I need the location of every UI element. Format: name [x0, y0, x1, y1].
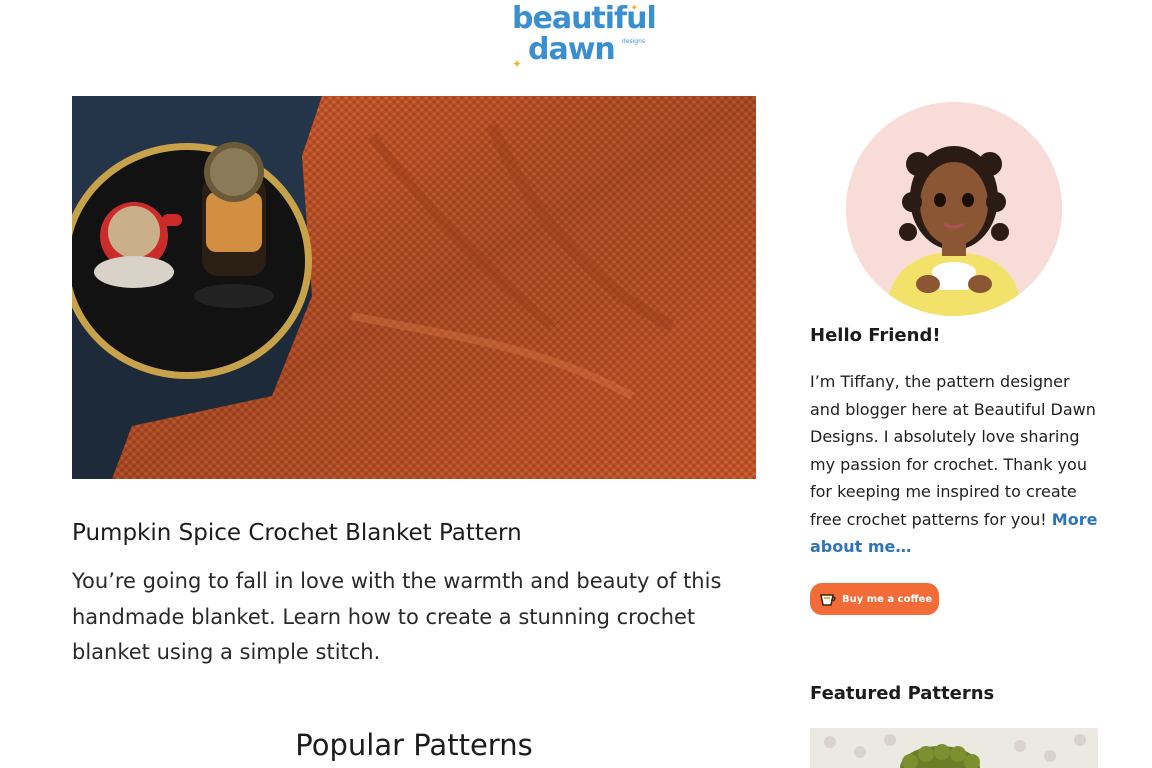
- post-featured-image[interactable]: [72, 96, 756, 479]
- logo-text-small: designs: [622, 38, 646, 45]
- blanket-photo: [72, 96, 756, 479]
- sidebar-greeting: Hello Friend!: [810, 325, 941, 346]
- featured-patterns-heading: Featured Patterns: [810, 683, 995, 704]
- author-bio-text: I’m Tiffany, the pattern designer and bl…: [810, 372, 1096, 529]
- coffee-button-label: Buy me a coffee: [842, 593, 933, 605]
- author-bio: I’m Tiffany, the pattern designer and bl…: [810, 368, 1100, 561]
- popular-patterns-heading: Popular Patterns: [295, 728, 533, 762]
- site-logo[interactable]: ✦ beautiful dawn designs ✦: [500, 0, 657, 80]
- author-avatar: [846, 102, 1062, 316]
- logo-text-line1: beautiful: [512, 1, 657, 36]
- post-title[interactable]: Pumpkin Spice Crochet Blanket Pattern: [72, 518, 522, 548]
- buy-me-a-coffee-button[interactable]: Buy me a coffee: [810, 583, 939, 615]
- logo-text-line2: dawn: [528, 32, 616, 67]
- coffee-cup-icon: [818, 589, 838, 609]
- featured-pattern-image[interactable]: [810, 728, 1098, 768]
- post-excerpt: You’re going to fall in love with the wa…: [72, 569, 722, 664]
- sparkle-icon: ✦: [512, 57, 523, 71]
